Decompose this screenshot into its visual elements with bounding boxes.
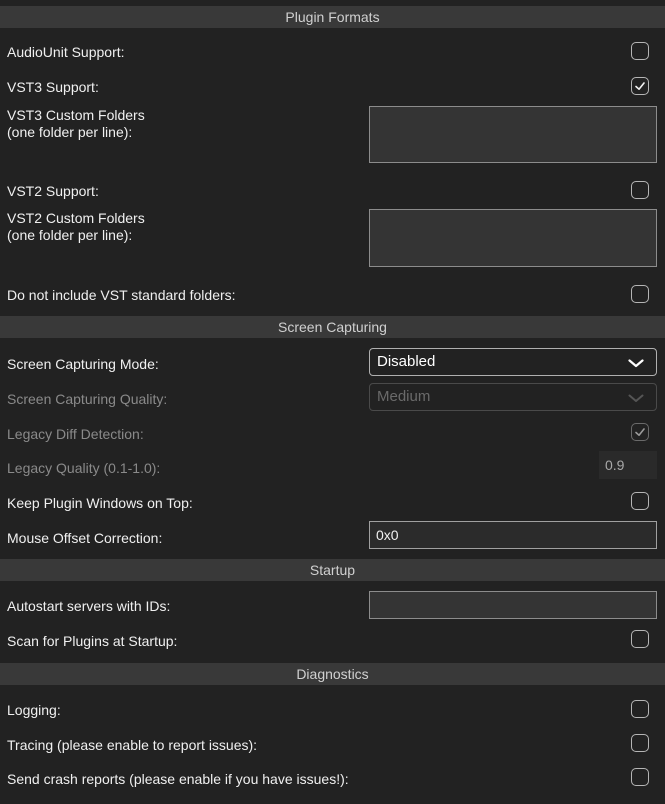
section-header-diagnostics: Diagnostics — [0, 663, 665, 685]
screen-capturing-quality-label: Screen Capturing Quality: — [7, 391, 168, 407]
legacy-quality-value: 0.9 — [599, 451, 657, 479]
vst3-support-checkbox[interactable] — [631, 77, 649, 95]
section-header-plugin-formats: Plugin Formats — [0, 6, 665, 28]
vst2-support-checkbox[interactable] — [631, 181, 649, 199]
screen-capturing-quality-value: Medium — [377, 388, 431, 405]
vst2-custom-folders-label-line1: VST2 Custom Folders — [7, 210, 145, 226]
vst3-custom-folders-label: VST3 Custom Folders (one folder per line… — [7, 107, 145, 141]
vst2-support-label: VST2 Support: — [7, 183, 99, 199]
mouse-offset-correction-input[interactable]: 0x0 — [369, 521, 657, 549]
vst2-custom-folders-label-line2: (one folder per line): — [7, 227, 133, 243]
vst3-custom-folders-label-line2: (one folder per line): — [7, 124, 133, 140]
no-standard-folders-label: Do not include VST standard folders: — [7, 287, 236, 303]
tracing-label: Tracing (please enable to report issues)… — [7, 737, 258, 753]
screen-capturing-quality-select[interactable]: Medium — [369, 383, 657, 411]
chevron-down-icon — [628, 359, 644, 368]
logging-checkbox[interactable] — [631, 700, 649, 718]
audiounit-support-label: AudioUnit Support: — [7, 44, 125, 60]
keep-windows-on-top-checkbox[interactable] — [631, 492, 649, 510]
vst2-custom-folders-textarea[interactable] — [369, 209, 657, 267]
vst3-custom-folders-label-line1: VST3 Custom Folders — [7, 107, 145, 123]
autostart-servers-input[interactable] — [369, 591, 657, 619]
crash-reports-checkbox[interactable] — [631, 768, 649, 786]
vst3-custom-folders-textarea[interactable] — [369, 106, 657, 163]
audiounit-support-checkbox[interactable] — [631, 42, 649, 60]
screen-capturing-mode-select[interactable]: Disabled — [369, 348, 657, 376]
checkmark-icon — [635, 82, 645, 90]
tracing-checkbox[interactable] — [631, 734, 649, 752]
no-standard-folders-checkbox[interactable] — [631, 285, 649, 303]
scan-plugins-startup-checkbox[interactable] — [631, 630, 649, 648]
section-header-screen-capturing: Screen Capturing — [0, 316, 665, 338]
autostart-servers-label: Autostart servers with IDs: — [7, 598, 171, 614]
vst2-custom-folders-label: VST2 Custom Folders (one folder per line… — [7, 210, 145, 244]
section-header-startup: Startup — [0, 559, 665, 581]
screen-capturing-mode-value: Disabled — [377, 353, 436, 370]
legacy-diff-detection-checkbox[interactable] — [631, 423, 649, 441]
logging-label: Logging: — [7, 702, 61, 718]
chevron-down-icon — [628, 394, 644, 402]
legacy-quality-label: Legacy Quality (0.1-1.0): — [7, 460, 161, 476]
keep-windows-on-top-label: Keep Plugin Windows on Top: — [7, 495, 193, 511]
mouse-offset-correction-label: Mouse Offset Correction: — [7, 530, 163, 546]
checkmark-icon — [635, 428, 645, 436]
legacy-diff-detection-label: Legacy Diff Detection: — [7, 426, 144, 442]
settings-panel: Plugin Formats AudioUnit Support: VST3 S… — [0, 0, 665, 804]
vst3-support-label: VST3 Support: — [7, 79, 99, 95]
screen-capturing-mode-label: Screen Capturing Mode: — [7, 356, 159, 372]
crash-reports-label: Send crash reports (please enable if you… — [7, 771, 349, 787]
scan-plugins-startup-label: Scan for Plugins at Startup: — [7, 633, 178, 649]
